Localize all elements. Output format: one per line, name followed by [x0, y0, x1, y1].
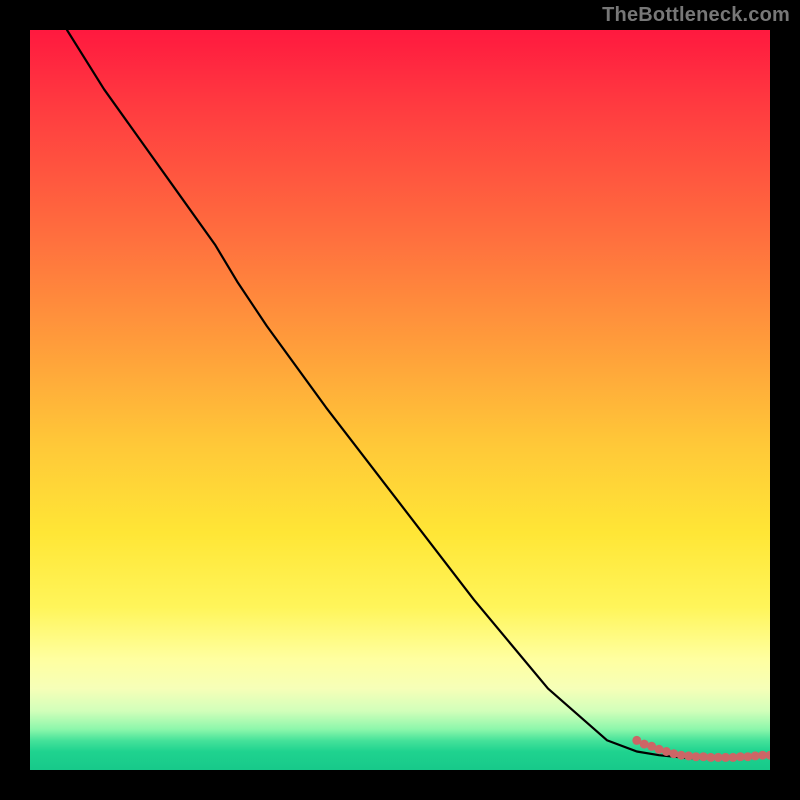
plot-area	[30, 30, 770, 770]
chart-frame: TheBottleneck.com	[0, 0, 800, 800]
scatter-group	[632, 736, 770, 762]
bottleneck-curve	[67, 30, 770, 758]
watermark-text: TheBottleneck.com	[602, 4, 790, 27]
data-point	[766, 751, 771, 760]
data-point	[669, 749, 678, 758]
chart-svg	[30, 30, 770, 770]
